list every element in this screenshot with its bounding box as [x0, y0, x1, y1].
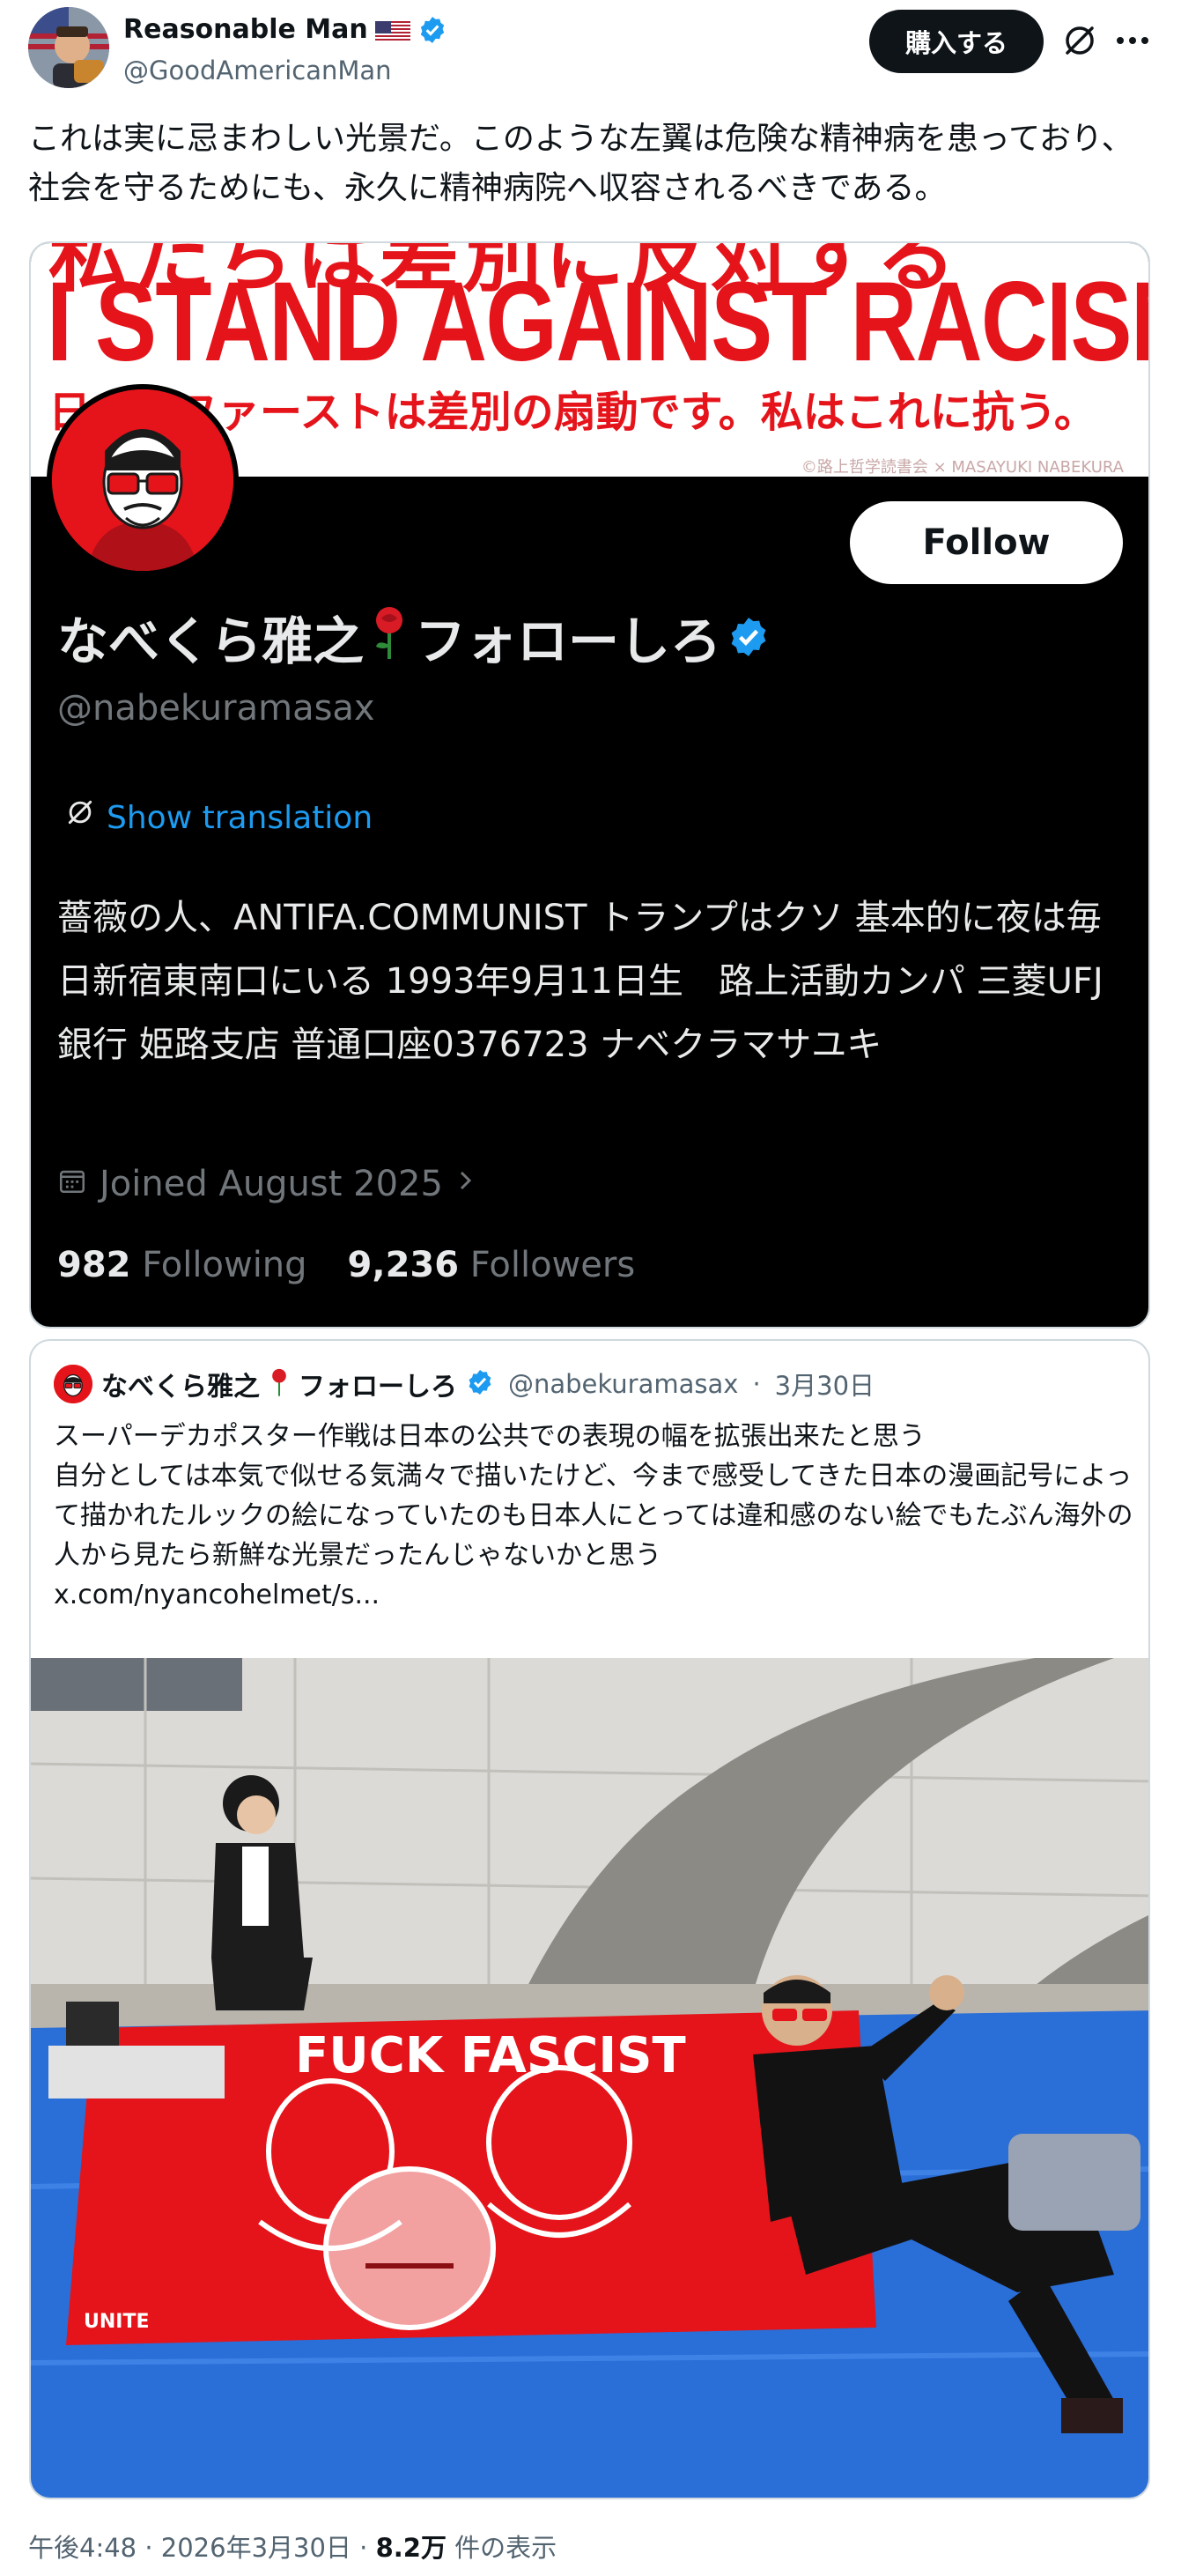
dot-separator: · — [752, 1369, 761, 1399]
profile-handle: @nabekuramasax — [57, 688, 375, 729]
author-avatar-image — [28, 7, 109, 88]
more-icon[interactable] — [1111, 19, 1154, 62]
profile-stats: 982 Following 9,236 Followers — [57, 1240, 635, 1290]
poster-bottom-text: UNITE — [84, 2311, 150, 2333]
following-stat[interactable]: 982 Following — [57, 1240, 307, 1290]
verified-badge-icon[interactable] — [417, 15, 447, 45]
quoted-tweet-photo[interactable]: FUCK FASCIST UNITE — [31, 1658, 1148, 2498]
profile-name: なべくら雅之 フォローしろ — [57, 604, 771, 678]
poster-title-text: FUCK FASCIST — [295, 2027, 686, 2084]
profile-joined: Joined August 2025 — [57, 1159, 476, 1209]
tweet-timestamp[interactable]: 午後4:48 · 2026年3月30日 · — [28, 2533, 376, 2563]
quoted-author-avatar[interactable] — [54, 1365, 92, 1403]
quoted-tweet-text: スーパーデカポスター作戦は日本の公共での表現の幅を拡張出来たと思う 自分としては… — [54, 1421, 1133, 1610]
author-name[interactable]: Reasonable Man — [123, 12, 447, 48]
quoted-author-name-suffix: フォローしろ — [299, 1372, 457, 1403]
profile-name-text: なべくら雅之 — [57, 611, 365, 671]
quoted-tweet-date[interactable]: 3月30日 — [775, 1366, 875, 1403]
profile-name-suffix: フォローしろ — [415, 611, 722, 671]
author-avatar[interactable] — [28, 7, 109, 88]
view-count: 8.2万 — [375, 2533, 447, 2563]
quoted-tweet-header: なべくら雅之 フォローしろ @nabekuramasax · 3月30日 — [54, 1364, 875, 1404]
rose-icon — [369, 604, 410, 678]
buy-button[interactable]: 購入する — [869, 10, 1044, 73]
profile-card-image[interactable]: 私たちは差別に反対する I STAND AGAINST RACISM 日本人ファ… — [29, 241, 1150, 1329]
author-handle[interactable]: @GoodAmericanMan — [123, 53, 392, 88]
chevron-right-icon — [455, 1159, 476, 1209]
author-name-text: Reasonable Man — [123, 14, 368, 45]
verified-badge-icon — [466, 1368, 494, 1400]
profile-joined-text: Joined August 2025 — [100, 1164, 443, 1204]
calendar-icon — [57, 1159, 87, 1209]
verified-badge-icon — [727, 606, 771, 677]
profile-avatar-drawing — [52, 389, 233, 571]
tweet-header: Reasonable Man @GoodAmericanMan 購入する — [0, 0, 1181, 97]
grok-icon[interactable] — [1059, 19, 1101, 62]
banner-credit: ©路上哲学読書会 × MASAYUKI NABEKURA — [801, 458, 1124, 477]
quoted-author-name[interactable]: なべくら雅之 — [101, 1365, 260, 1403]
profile-bio: 薔薇の人、ANTIFA.COMMUNIST トランプはクソ 基本的に夜は毎日新宿… — [57, 898, 1103, 1065]
follow-button[interactable]: Follow — [850, 501, 1123, 584]
show-translation-label: Show translation — [107, 800, 373, 836]
quoted-tweet[interactable]: なべくら雅之 フォローしろ @nabekuramasax · 3月30日 スーパ… — [29, 1339, 1150, 2499]
quoted-author-handle: @nabekuramasax — [508, 1369, 739, 1399]
view-count-label: 件の表示 — [446, 2533, 557, 2563]
street-poster-photo: FUCK FASCIST UNITE — [31, 1658, 1148, 2498]
tweet-meta: 午後4:48 · 2026年3月30日 · 8.2万 件の表示 — [28, 2528, 557, 2567]
translate-icon — [63, 795, 98, 842]
us-flag-icon — [374, 19, 410, 41]
tweet-text: これは実に忌まわしい光景だ。このような左翼は危険な精神病を患っており、社会を守る… — [28, 121, 1133, 206]
show-translation-link[interactable]: Show translation — [63, 795, 373, 842]
followers-stat[interactable]: 9,236 Followers — [348, 1240, 636, 1290]
profile-avatar — [47, 384, 239, 576]
banner-main-text: I STAND AGAINST RACISM — [47, 259, 1150, 385]
rose-icon — [269, 1367, 290, 1401]
